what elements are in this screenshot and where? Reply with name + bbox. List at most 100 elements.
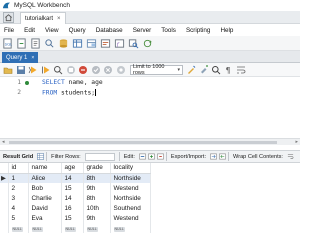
limit-rows-select[interactable]: Limit to 1000 rows ▾ <box>130 64 183 76</box>
cell-name[interactable]: Eva <box>28 213 62 223</box>
cell-name[interactable]: Bob <box>28 183 62 193</box>
menu-query[interactable]: Query <box>69 27 86 34</box>
cell-locality[interactable]: Westend <box>110 213 151 223</box>
table-row[interactable]: 3 Charlie 14 8th Northside <box>0 193 151 203</box>
cell-id[interactable]: 4 <box>8 203 29 213</box>
scrollbar-thumb[interactable] <box>9 141 277 144</box>
cell-age[interactable]: 16 <box>61 203 84 213</box>
null-cell[interactable]: NULL <box>83 223 111 233</box>
find-icon[interactable] <box>211 65 221 75</box>
export-icon[interactable] <box>210 153 217 160</box>
open-file-icon[interactable] <box>3 65 13 75</box>
save-icon[interactable] <box>16 65 26 75</box>
cell-grade[interactable]: 9th <box>83 183 111 193</box>
column-header-name[interactable]: name <box>28 163 62 174</box>
cell-name[interactable]: Alice <box>28 173 62 183</box>
cell-name[interactable]: David <box>28 203 62 213</box>
insert-row-icon[interactable] <box>148 153 155 160</box>
execute-current-statement-icon[interactable] <box>41 65 51 75</box>
cell-age[interactable]: 14 <box>61 173 84 183</box>
commit-icon[interactable] <box>91 65 101 75</box>
edit-row-icon[interactable] <box>139 153 146 160</box>
open-sql-script-icon[interactable] <box>30 37 41 49</box>
close-icon[interactable]: × <box>57 16 61 22</box>
grid-icon[interactable] <box>37 153 44 160</box>
cell-grade[interactable]: 10th <box>83 203 111 213</box>
create-procedure-icon[interactable] <box>100 38 111 49</box>
menu-scripting[interactable]: Scripting <box>186 27 211 34</box>
menu-edit[interactable]: Edit <box>24 27 35 34</box>
menu-database[interactable]: Database <box>96 27 123 34</box>
result-grid-tab[interactable]: Result Grid <box>3 154 33 160</box>
cell-grade[interactable]: 8th <box>83 173 111 183</box>
create-table-icon[interactable] <box>72 38 83 49</box>
sql-keyword: SELECT <box>42 79 65 86</box>
null-cell[interactable]: NULL <box>110 223 151 233</box>
filter-rows-label: Filter Rows: <box>51 153 81 160</box>
rollback-icon[interactable] <box>103 65 113 75</box>
auto-commit-icon[interactable] <box>116 65 126 75</box>
create-view-icon[interactable] <box>86 38 97 49</box>
column-header-age[interactable]: age <box>61 163 84 174</box>
cell-locality[interactable]: Southend <box>110 203 151 213</box>
cell-id[interactable]: 2 <box>8 183 29 193</box>
null-cell[interactable]: NULL <box>28 223 62 233</box>
cell-age[interactable]: 15 <box>61 213 84 223</box>
table-row[interactable]: ▶ 1 Alice 14 8th Northside <box>0 173 151 183</box>
stop-icon[interactable] <box>66 65 76 75</box>
table-row[interactable]: 5 Eva 15 9th Westend <box>0 213 151 223</box>
toggle-continue-on-error-icon[interactable] <box>78 65 88 75</box>
menu-file[interactable]: File <box>4 27 14 34</box>
cell-grade[interactable]: 8th <box>83 193 111 203</box>
explain-icon[interactable] <box>53 65 63 75</box>
create-function-icon[interactable]: f <box>114 38 125 49</box>
cell-locality[interactable]: Northside <box>110 173 151 183</box>
delete-row-icon[interactable] <box>157 153 164 160</box>
table-row[interactable]: 2 Bob 15 9th Westend <box>0 183 151 193</box>
import-icon[interactable] <box>219 153 226 160</box>
connection-tab[interactable]: tutorialkart × <box>20 12 66 24</box>
table-row[interactable]: 4 David 16 10th Southend <box>0 203 151 213</box>
result-grid[interactable]: id name age grade locality ▶ 1 Alice 14 … <box>0 163 300 243</box>
sql-editor[interactable]: 1 SELECT name, age 2 FROM students; <box>0 77 300 138</box>
null-cell[interactable]: NULL <box>8 223 29 233</box>
wrap-cell-contents-label: Wrap Cell Contents: <box>233 153 283 160</box>
inspector-icon[interactable] <box>44 38 55 49</box>
word-wrap-icon[interactable] <box>236 65 246 75</box>
reconnect-icon[interactable] <box>142 38 153 49</box>
column-header-id[interactable]: id <box>8 163 29 174</box>
menu-tools[interactable]: Tools <box>161 27 176 34</box>
cell-id[interactable]: 3 <box>8 193 29 203</box>
menu-view[interactable]: View <box>45 27 59 34</box>
menu-help[interactable]: Help <box>220 27 233 34</box>
cell-age[interactable]: 15 <box>61 183 84 193</box>
cell-locality[interactable]: Northside <box>110 193 151 203</box>
column-header-locality[interactable]: locality <box>110 163 151 174</box>
beautify-icon[interactable] <box>199 64 209 75</box>
cell-name[interactable]: Charlie <box>28 193 62 203</box>
line-number: 2 <box>17 89 21 96</box>
add-to-snippets-icon[interactable] <box>186 65 196 75</box>
tab-query-1[interactable]: Query 1 × <box>2 52 39 63</box>
invisible-characters-icon[interactable]: ¶ <box>224 65 234 75</box>
menu-server[interactable]: Server <box>133 27 152 34</box>
wrap-cell-icon[interactable] <box>287 153 294 160</box>
editor-horizontal-scrollbar[interactable]: ◂ ▸ <box>0 138 300 145</box>
search-table-data-icon[interactable] <box>128 38 139 49</box>
execute-icon[interactable] <box>28 65 38 75</box>
cell-locality[interactable]: Westend <box>110 183 151 193</box>
cell-grade[interactable]: 9th <box>83 213 111 223</box>
open-sql-file-icon[interactable] <box>16 37 27 49</box>
new-sql-tab-icon[interactable]: SQL <box>2 37 13 49</box>
create-schema-icon[interactable] <box>58 38 69 49</box>
filter-rows-input[interactable] <box>84 152 115 161</box>
connection-tab-label: tutorialkart <box>25 15 54 22</box>
new-row-placeholder[interactable]: NULL NULL NULL NULL NULL <box>0 223 151 233</box>
home-icon[interactable] <box>3 12 14 23</box>
cell-id[interactable]: 5 <box>8 213 29 223</box>
close-icon[interactable]: × <box>31 55 34 61</box>
cell-id[interactable]: 1 <box>8 173 29 183</box>
cell-age[interactable]: 14 <box>61 193 84 203</box>
null-cell[interactable]: NULL <box>61 223 84 233</box>
column-header-grade[interactable]: grade <box>83 163 111 174</box>
